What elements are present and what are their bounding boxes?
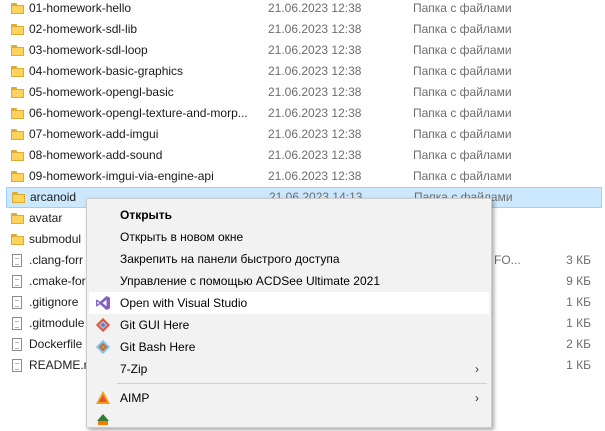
git-bash-icon [95, 339, 111, 355]
file-type: FO... [494, 253, 521, 267]
file-name: 01-homework-hello [29, 1, 132, 15]
folder-icon [11, 86, 24, 99]
folder-icon [11, 128, 24, 141]
folder-icon [11, 170, 24, 183]
file-row[interactable]: 04-homework-basic-graphics 21.06.2023 12… [0, 61, 605, 82]
file-row[interactable]: 09-homework-imgui-via-engine-api 21.06.2… [0, 166, 605, 187]
file-size: 9 КБ [566, 274, 591, 288]
aimp-icon [95, 390, 111, 406]
file-name: .gitmodule [29, 316, 85, 330]
file-type: Папка с файлами [413, 148, 512, 162]
file-type: Папка с файлами [413, 127, 512, 141]
file-name: 06-homework-opengl-texture-and-morp... [29, 106, 248, 120]
file-row[interactable]: 07-homework-add-imgui 21.06.2023 12:38 П… [0, 124, 605, 145]
file-name: 03-homework-sdl-loop [29, 43, 148, 57]
menu-item-open-new-window[interactable]: Открыть в новом окне [89, 226, 489, 248]
file-name: .gitignore [29, 295, 79, 309]
file-date: 21.06.2023 12:38 [268, 43, 362, 57]
file-name: submodul [29, 232, 82, 246]
file-name: 05-homework-opengl-basic [29, 85, 174, 99]
folder-icon [11, 65, 24, 78]
file-size: 1 КБ [566, 316, 591, 330]
file-date: 21.06.2023 12:38 [268, 64, 362, 78]
folder-icon [11, 107, 24, 120]
file-row[interactable]: 02-homework-sdl-lib 21.06.2023 12:38 Пап… [0, 19, 605, 40]
file-date: 21.06.2023 12:38 [268, 169, 362, 183]
file-name: README.m [29, 358, 94, 372]
file-type: Папка с файлами [413, 169, 512, 183]
folder-icon [11, 2, 24, 15]
file-icon [11, 359, 24, 372]
menu-separator [117, 383, 487, 384]
menu-item-aimp[interactable]: AIMP › [89, 387, 489, 409]
file-size: 1 КБ [566, 295, 591, 309]
file-icon [11, 254, 24, 267]
file-row[interactable]: 01-homework-hello 21.06.2023 12:38 Папка… [0, 0, 605, 19]
file-type: Папка с файлами [413, 106, 512, 120]
file-date: 21.06.2023 12:38 [268, 106, 362, 120]
menu-item-label: 7-Zip [120, 362, 148, 376]
submenu-arrow-icon: › [475, 391, 479, 405]
file-name: 07-homework-add-imgui [29, 127, 159, 141]
menu-item-label: Открыть в новом окне [120, 230, 244, 244]
folder-icon [11, 149, 24, 162]
menu-item-pin-quick-access[interactable]: Закрепить на панели быстрого доступа [89, 248, 489, 270]
folder-icon [11, 44, 24, 57]
menu-item-label: Git GUI Here [120, 318, 190, 332]
folder-icon [12, 191, 25, 204]
file-row[interactable]: 06-homework-opengl-texture-and-morp... 2… [0, 103, 605, 124]
file-date: 21.06.2023 12:38 [268, 1, 362, 15]
file-row[interactable]: 03-homework-sdl-loop 21.06.2023 12:38 Па… [0, 40, 605, 61]
file-icon [11, 317, 24, 330]
menu-item-git-bash[interactable]: Git Bash Here [89, 336, 489, 358]
menu-item-git-gui[interactable]: Git GUI Here [89, 314, 489, 336]
git-gui-icon [95, 317, 111, 333]
file-icon [11, 296, 24, 309]
file-date: 21.06.2023 12:38 [268, 127, 362, 141]
menu-item-label: AIMP [120, 391, 150, 405]
file-name: 08-homework-add-sound [29, 148, 163, 162]
file-name: Dockerfile [29, 337, 83, 351]
file-icon [11, 275, 24, 288]
file-size: 2 КБ [566, 337, 591, 351]
file-name: arcanoid [30, 190, 77, 204]
file-name: 04-homework-basic-graphics [29, 64, 184, 78]
acdsee-icon [95, 412, 111, 428]
file-date: 21.06.2023 12:38 [268, 22, 362, 36]
visual-studio-icon [95, 295, 111, 311]
menu-item-acdsee-partial[interactable] [89, 409, 489, 431]
menu-item-7zip[interactable]: 7-Zip › [89, 358, 489, 380]
file-name: 02-homework-sdl-lib [29, 22, 138, 36]
file-type: Папка с файлами [413, 64, 512, 78]
file-size: 1 КБ [566, 358, 591, 372]
folder-icon [11, 212, 24, 225]
file-name: .clang-forr [29, 253, 84, 267]
folder-icon [11, 233, 24, 246]
file-date: 21.06.2023 12:38 [268, 148, 362, 162]
file-row[interactable]: 05-homework-opengl-basic 21.06.2023 12:3… [0, 82, 605, 103]
file-type: Папка с файлами [413, 22, 512, 36]
file-icon [11, 338, 24, 351]
file-size: 3 КБ [566, 253, 591, 267]
file-name: 09-homework-imgui-via-engine-api [29, 169, 214, 183]
file-name: .cmake-for [29, 274, 86, 288]
menu-item-label: Закрепить на панели быстрого доступа [120, 252, 340, 266]
file-type: Папка с файлами [413, 43, 512, 57]
menu-item-label: Git Bash Here [120, 340, 196, 354]
menu-item-open[interactable]: Открыть [89, 204, 489, 226]
menu-item-label: Открыть [120, 208, 173, 222]
file-date: 21.06.2023 12:38 [268, 85, 362, 99]
submenu-arrow-icon: › [475, 362, 479, 376]
menu-item-open-visual-studio[interactable]: Open with Visual Studio [89, 292, 489, 314]
context-menu: Открыть Открыть в новом окне Закрепить н… [86, 198, 492, 428]
file-type: Папка с файлами [413, 1, 512, 15]
file-name: avatar [29, 211, 63, 225]
menu-item-acdsee[interactable]: Управление с помощью ACDSee Ultimate 202… [89, 270, 489, 292]
menu-item-label: Open with Visual Studio [120, 296, 248, 310]
menu-item-label: Управление с помощью ACDSee Ultimate 202… [120, 274, 380, 288]
folder-icon [11, 23, 24, 36]
file-row[interactable]: 08-homework-add-sound 21.06.2023 12:38 П… [0, 145, 605, 166]
file-type: Папка с файлами [413, 85, 512, 99]
